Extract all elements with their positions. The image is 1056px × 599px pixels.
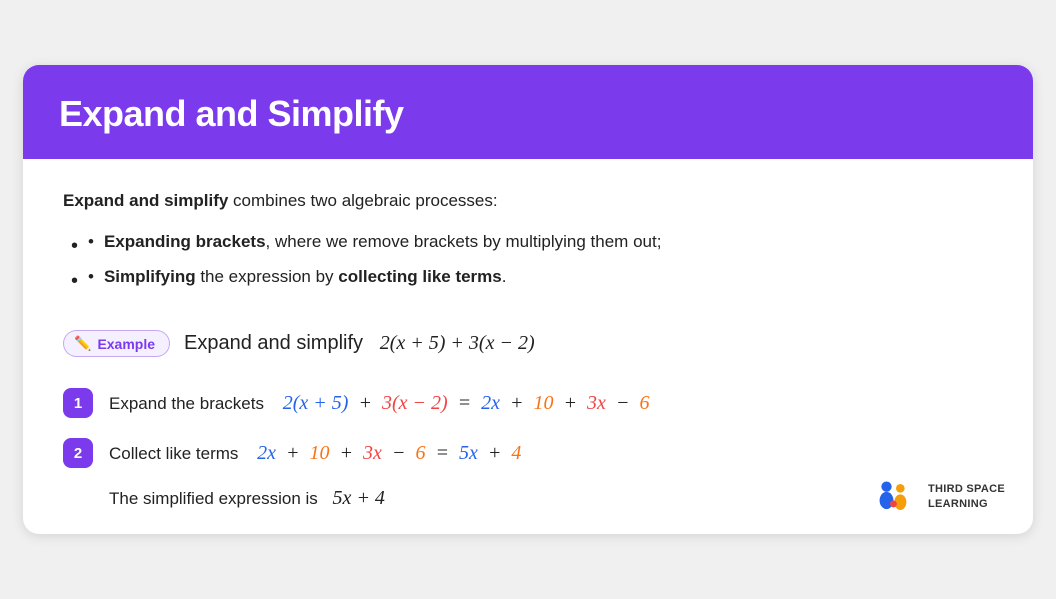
list-item-2-text: Simplifying the expression by collecting… bbox=[104, 263, 507, 292]
main-card: Expand and Simplify Expand and simplify … bbox=[23, 65, 1033, 534]
tsl-logo-icon bbox=[874, 478, 918, 516]
list-item-1-text: Expanding brackets, where we remove brac… bbox=[104, 228, 661, 257]
intro-paragraph: Expand and simplify combines two algebra… bbox=[63, 187, 993, 214]
final-expression: 5x + 4 bbox=[323, 487, 385, 509]
example-badge-label: Example bbox=[97, 336, 155, 352]
step-2-number: 2 bbox=[63, 438, 93, 468]
pencil-icon: ✏️ bbox=[74, 335, 91, 352]
bullet-list: • Expanding brackets, where we remove br… bbox=[71, 228, 993, 298]
bullet-dot-2: • bbox=[88, 263, 94, 292]
step-1-content: Expand the brackets 2(x + 5) + 3(x − 2) … bbox=[109, 387, 649, 419]
example-expression: Expand and simplify 2(x + 5) + 3(x − 2) bbox=[184, 332, 535, 355]
step-1-label: Expand the brackets bbox=[109, 394, 264, 413]
step-2-formula: 2x + 10 + 3x − 6 = 5x + 4 bbox=[257, 442, 521, 464]
list-item-1: • Expanding brackets, where we remove br… bbox=[71, 228, 993, 263]
step-2-content: Collect like terms 2x + 10 + 3x − 6 = 5x… bbox=[109, 437, 521, 469]
intro-bold: Expand and simplify bbox=[63, 191, 228, 210]
expanding-brackets-bold: Expanding brackets bbox=[104, 232, 266, 251]
simplifying-bold: Simplifying bbox=[104, 267, 196, 286]
tsl-logo-text: THIRD SPACELEARNING bbox=[928, 482, 1005, 512]
example-formula: 2(x + 5) + 3(x − 2) bbox=[380, 332, 535, 354]
card-header: Expand and Simplify bbox=[23, 65, 1033, 159]
step-2-label: Collect like terms bbox=[109, 444, 238, 463]
page-title: Expand and Simplify bbox=[59, 93, 997, 135]
step-1-formula: 2(x + 5) + 3(x − 2) = 2x + 10 + 3x − 6 bbox=[283, 392, 650, 414]
logo-area: THIRD SPACELEARNING bbox=[874, 478, 1005, 516]
list-item-2: • Simplifying the expression by collecti… bbox=[71, 263, 993, 298]
example-badge: ✏️ Example bbox=[63, 330, 170, 357]
bullet-dot: • bbox=[88, 228, 94, 257]
final-prefix: The simplified expression is bbox=[109, 489, 318, 508]
step-1-number: 1 bbox=[63, 388, 93, 418]
collecting-like-terms-bold: collecting like terms bbox=[338, 267, 501, 286]
step-2-block: 2 Collect like terms 2x + 10 + 3x − 6 = … bbox=[63, 437, 993, 469]
final-answer: The simplified expression is 5x + 4 bbox=[109, 487, 993, 510]
card-body: Expand and simplify combines two algebra… bbox=[23, 159, 1033, 534]
step-1-block: 1 Expand the brackets 2(x + 5) + 3(x − 2… bbox=[63, 387, 993, 419]
example-block: ✏️ Example Expand and simplify 2(x + 5) … bbox=[63, 320, 993, 367]
intro-rest: combines two algebraic processes: bbox=[228, 191, 497, 210]
